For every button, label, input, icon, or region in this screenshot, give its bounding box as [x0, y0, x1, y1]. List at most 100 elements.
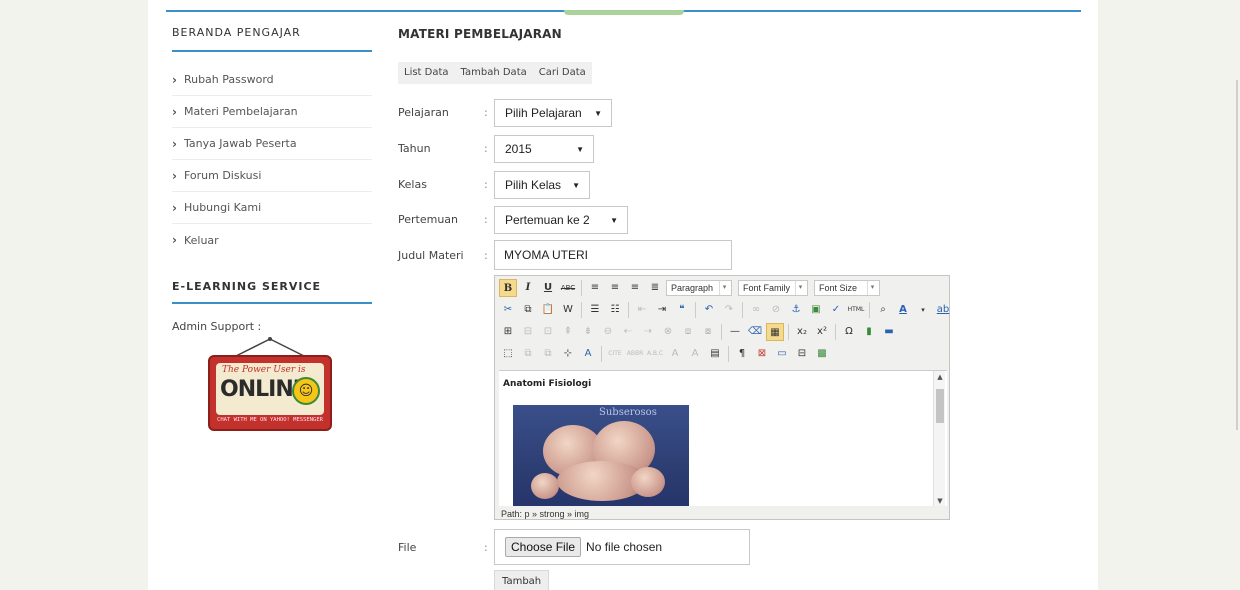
absolute-icon[interactable]: ⊹: [559, 345, 577, 363]
image-icon[interactable]: ▣: [807, 301, 825, 319]
sidebar-title-underline: [172, 50, 372, 52]
subscript-icon[interactable]: x₂: [793, 323, 811, 341]
eraser-icon[interactable]: ⌫: [746, 323, 764, 341]
background-color-icon[interactable]: ab: [934, 301, 952, 319]
colon: :: [484, 213, 488, 226]
tambah-button[interactable]: Tambah: [494, 570, 550, 590]
tab-cari-data[interactable]: Cari Data: [533, 62, 592, 84]
attribs-icon[interactable]: ▤: [706, 345, 724, 363]
layer-forward-icon[interactable]: ⧉: [519, 345, 537, 363]
layer-backward-icon[interactable]: ⧉: [539, 345, 557, 363]
paste-icon[interactable]: 📋: [539, 301, 557, 319]
judul-materi-input[interactable]: MYOMA UTERI: [494, 240, 732, 270]
sidebar-item-keluar[interactable]: › Keluar: [172, 224, 372, 256]
color-dropdown-icon[interactable]: ▾: [914, 301, 932, 319]
cite-icon[interactable]: CITE: [606, 345, 624, 363]
editor-content-area[interactable]: Anatomi Fisiologi Subserosos ▲ ▼: [499, 370, 947, 506]
anchor-icon[interactable]: ⚓: [787, 301, 805, 319]
split-cells-icon[interactable]: ⧈: [679, 323, 697, 341]
align-center-icon[interactable]: ≡: [606, 279, 624, 297]
table-cell-props-icon[interactable]: ⊡: [539, 323, 557, 341]
bold-icon[interactable]: B: [499, 279, 517, 297]
sidebar-item-tanya-jawab[interactable]: › Tanya Jawab Peserta: [172, 128, 372, 160]
row-after-icon[interactable]: ⇟: [579, 323, 597, 341]
horizontal-rule-icon[interactable]: —: [726, 323, 744, 341]
unlink-icon[interactable]: ⊘: [767, 301, 785, 319]
font-family-dropdown[interactable]: Font Family ▾: [738, 280, 808, 296]
visual-aid-icon[interactable]: ▦: [766, 323, 784, 341]
table-insert-icon[interactable]: ⊞: [499, 323, 517, 341]
underline-icon[interactable]: U: [539, 279, 557, 297]
sidebar-item-rubah-password[interactable]: › Rubah Password: [172, 64, 372, 96]
insert-date-icon[interactable]: ▩: [813, 345, 831, 363]
pagebreak-icon[interactable]: ⊟: [793, 345, 811, 363]
format-dropdown[interactable]: Paragraph ▾: [666, 280, 732, 296]
choose-file-button[interactable]: Choose File: [505, 537, 582, 557]
kelas-select[interactable]: Pilih Kelas ▼: [494, 171, 590, 199]
sidebar-title: BERANDA PENGAJAR: [172, 26, 301, 39]
pelajaran-select[interactable]: Pilih Pelajaran ▼: [494, 99, 612, 127]
preview-icon[interactable]: ⌕: [874, 301, 892, 319]
font-size-dropdown[interactable]: Font Size ▾: [814, 280, 880, 296]
align-justify-icon[interactable]: ≣: [646, 279, 664, 297]
table-row-props-icon[interactable]: ⊟: [519, 323, 537, 341]
special-char-icon[interactable]: Ω: [840, 323, 858, 341]
undo-icon[interactable]: ↶: [700, 301, 718, 319]
align-left-icon[interactable]: ≡: [586, 279, 604, 297]
text-color-icon[interactable]: A: [894, 301, 912, 319]
tahun-select[interactable]: 2015 ▼: [494, 135, 594, 163]
abbr-icon[interactable]: ABBR: [626, 345, 644, 363]
align-right-icon[interactable]: ≡: [626, 279, 644, 297]
blockquote-icon[interactable]: ❝: [673, 301, 691, 319]
html-icon[interactable]: HTML: [847, 301, 865, 319]
layer-insert-icon[interactable]: ⬚: [499, 345, 517, 363]
pertemuan-select[interactable]: Pertemuan ke 2 ▼: [494, 206, 628, 234]
smiley-icon: ☺: [292, 377, 320, 405]
sidebar-item-label: Hubungi Kami: [183, 201, 262, 214]
media-icon[interactable]: ▮: [860, 323, 878, 341]
toolbar-separator: [695, 302, 696, 318]
del-icon[interactable]: A: [666, 345, 684, 363]
tab-tambah-data[interactable]: Tambah Data: [455, 62, 533, 84]
superscript-icon[interactable]: x²: [813, 323, 831, 341]
scrollbar-thumb[interactable]: [936, 389, 944, 423]
show-blocks-icon[interactable]: ¶: [733, 345, 751, 363]
template-icon[interactable]: ▭: [773, 345, 791, 363]
dropdown-arrow-icon: ▾: [719, 281, 729, 295]
indent-icon[interactable]: ⇥: [653, 301, 671, 319]
col-before-icon[interactable]: ⇠: [619, 323, 637, 341]
nonbreaking-icon[interactable]: ⊠: [753, 345, 771, 363]
scroll-up-icon[interactable]: ▲: [934, 373, 946, 381]
strikethrough-icon[interactable]: ABC: [559, 279, 577, 297]
link-icon[interactable]: ∞: [747, 301, 765, 319]
scroll-down-icon[interactable]: ▼: [934, 497, 946, 505]
sidebar-item-forum-diskusi[interactable]: › Forum Diskusi: [172, 160, 372, 192]
copy-icon[interactable]: ⧉: [519, 301, 537, 319]
chevron-right-icon: ›: [172, 72, 177, 87]
acronym-icon[interactable]: A.B.C: [646, 345, 664, 363]
outdent-icon[interactable]: ⇤: [633, 301, 651, 319]
delete-row-icon[interactable]: ⊖: [599, 323, 617, 341]
tab-list-data[interactable]: List Data: [398, 62, 455, 84]
file-input: Choose File No file chosen: [494, 529, 750, 565]
editor-scrollbar[interactable]: ▲ ▼: [933, 371, 945, 506]
cleanup-icon[interactable]: ✓: [827, 301, 845, 319]
pertemuan-selected-value: Pertemuan ke 2: [505, 213, 590, 227]
chevron-right-icon: ›: [172, 104, 177, 119]
merge-cells-icon[interactable]: ⧇: [699, 323, 717, 341]
numbered-list-icon[interactable]: ☷: [606, 301, 624, 319]
italic-icon[interactable]: I: [519, 279, 537, 297]
online-status-sign[interactable]: The Power User is ONLINE ☺ CHAT WITH ME …: [204, 335, 336, 433]
redo-icon[interactable]: ↷: [720, 301, 738, 319]
horizontal-line-icon[interactable]: ▬: [880, 323, 898, 341]
delete-col-icon[interactable]: ⊗: [659, 323, 677, 341]
paste-word-icon[interactable]: W: [559, 301, 577, 319]
style-props-icon[interactable]: A: [579, 345, 597, 363]
bullet-list-icon[interactable]: ☰: [586, 301, 604, 319]
ins-icon[interactable]: A: [686, 345, 704, 363]
col-after-icon[interactable]: ⇢: [639, 323, 657, 341]
row-before-icon[interactable]: ⇞: [559, 323, 577, 341]
cut-icon[interactable]: ✂: [499, 301, 517, 319]
sidebar-item-hubungi-kami[interactable]: › Hubungi Kami: [172, 192, 372, 224]
sidebar-item-materi-pembelajaran[interactable]: › Materi Pembelajaran: [172, 96, 372, 128]
